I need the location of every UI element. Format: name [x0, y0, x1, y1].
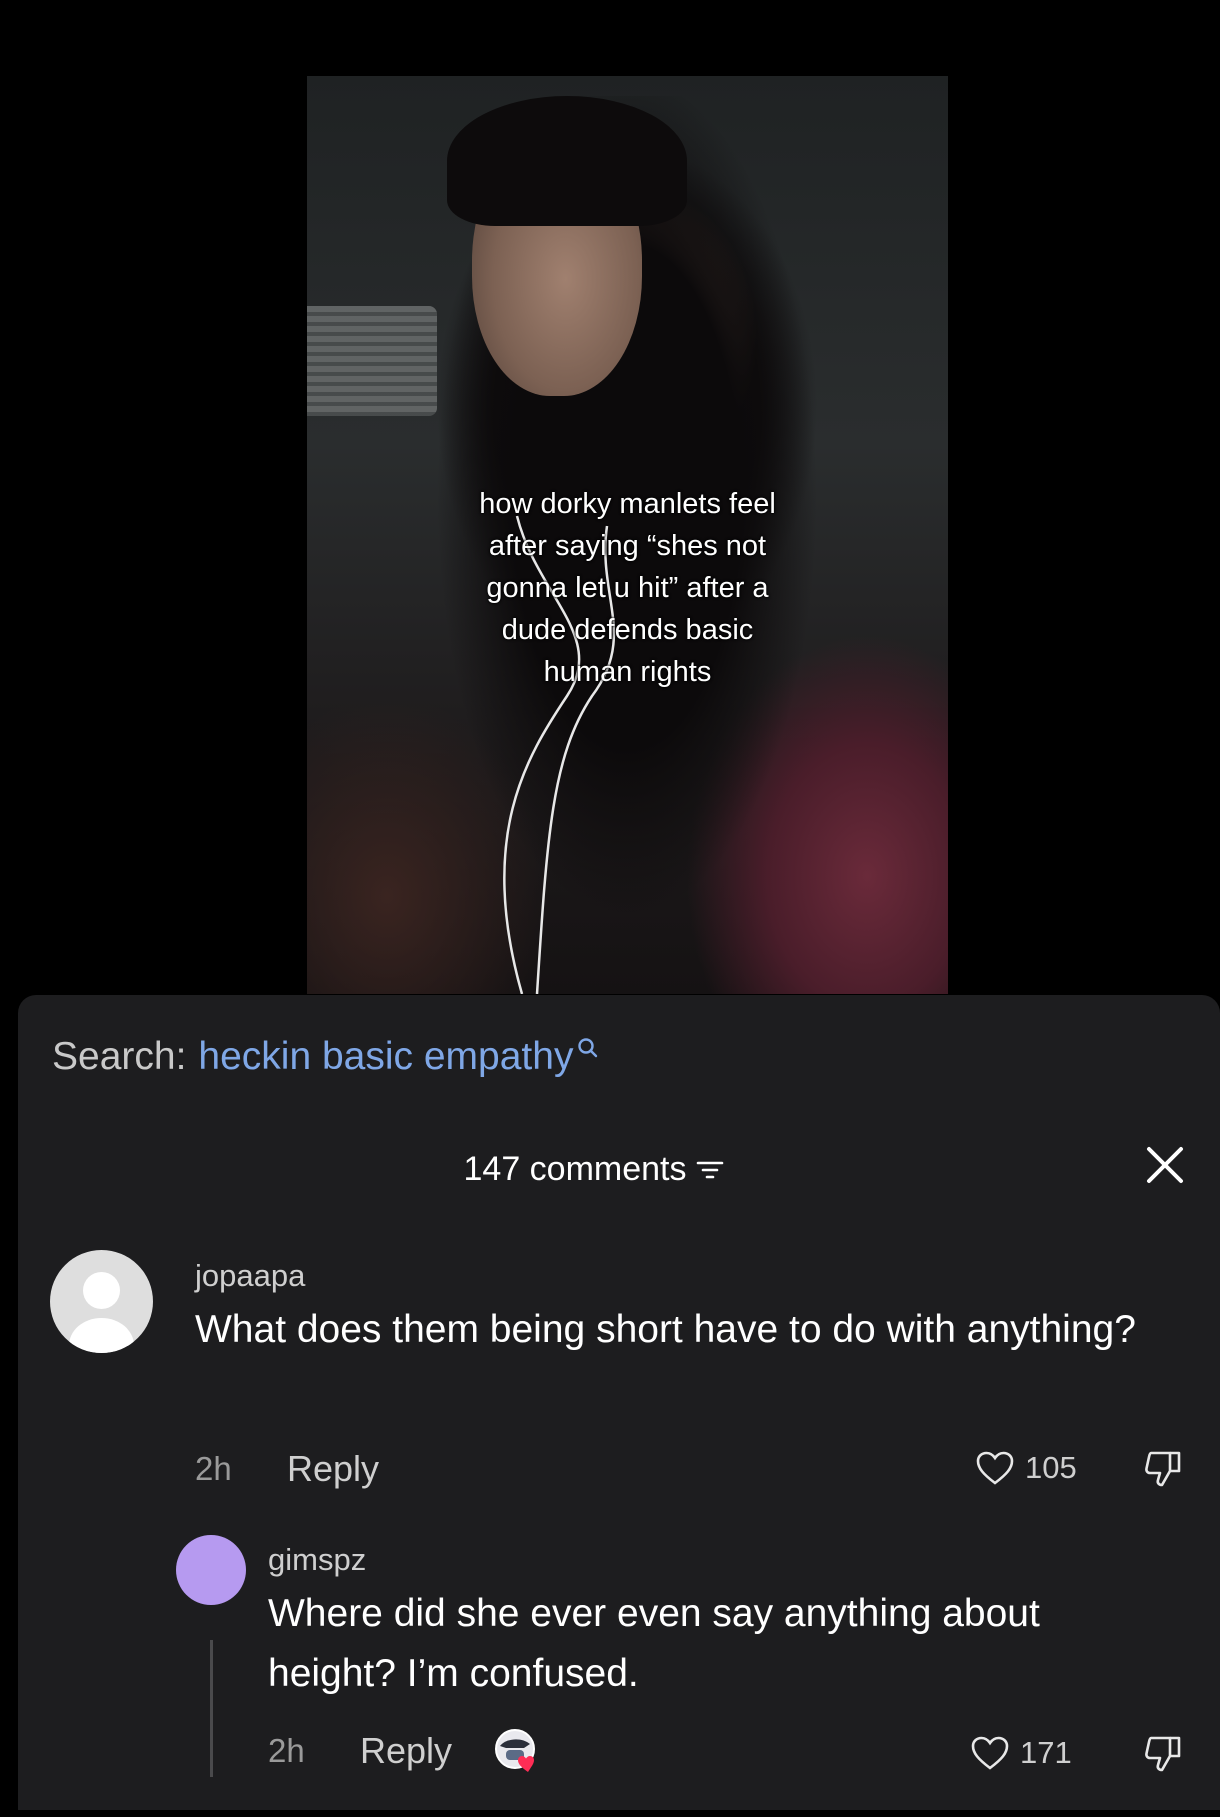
close-icon[interactable]	[1145, 1145, 1185, 1185]
comment-username[interactable]: gimspz	[268, 1542, 366, 1578]
heart-icon[interactable]	[975, 1450, 1015, 1486]
filter-icon[interactable]	[695, 1158, 725, 1182]
reply-thread-line	[210, 1640, 213, 1777]
like-button[interactable]: 171	[970, 1735, 1072, 1771]
comments-count: 147 comments	[463, 1150, 687, 1188]
dislike-icon[interactable]	[1143, 1449, 1185, 1489]
comment-time: 2h	[195, 1450, 232, 1487]
comment-meta: 2h Reply	[195, 1448, 379, 1490]
caption-line: gonna let u hit” after a	[486, 572, 769, 604]
video-caption: how dorky manlets feel after saying “she…	[307, 483, 948, 693]
comments-count-header[interactable]: 147 comments	[18, 1150, 1220, 1189]
caption-line: after saying “shes not	[488, 530, 767, 562]
reply-button[interactable]: Reply	[287, 1448, 379, 1490]
search-icon[interactable]	[577, 1037, 599, 1059]
comment-meta: 2h Reply	[268, 1728, 540, 1774]
like-count: 105	[1025, 1450, 1077, 1485]
search-suggestion[interactable]: Search: heckin basic empathy	[52, 1035, 599, 1079]
avatar-body	[69, 1318, 134, 1353]
reply-button[interactable]: Reply	[360, 1730, 452, 1772]
default-avatar-icon[interactable]	[50, 1250, 153, 1353]
comment-text: What does them being short have to do wi…	[195, 1308, 1136, 1351]
caption-line: how dorky manlets feel	[479, 488, 776, 520]
comment-username[interactable]: jopaapa	[195, 1258, 305, 1294]
heart-icon[interactable]	[970, 1735, 1010, 1771]
caption-line: dude defends basic	[501, 614, 754, 646]
avatar[interactable]	[176, 1535, 246, 1605]
search-label: Search:	[52, 1035, 187, 1078]
search-query-link[interactable]: heckin basic empathy	[198, 1035, 573, 1079]
comment-time: 2h	[268, 1732, 305, 1769]
comments-sheet: Search: heckin basic empathy 147 comment…	[18, 995, 1220, 1810]
video-player[interactable]: how dorky manlets feel after saying “she…	[307, 76, 948, 994]
comment-text: Where did she ever even say anything abo…	[268, 1592, 1040, 1695]
avatar-head	[83, 1272, 120, 1309]
like-button[interactable]: 105	[975, 1450, 1077, 1486]
like-count: 171	[1020, 1735, 1072, 1770]
dislike-icon[interactable]	[1143, 1734, 1185, 1774]
caption-line: human rights	[543, 656, 712, 688]
liked-by-creator-icon	[495, 1729, 536, 1772]
